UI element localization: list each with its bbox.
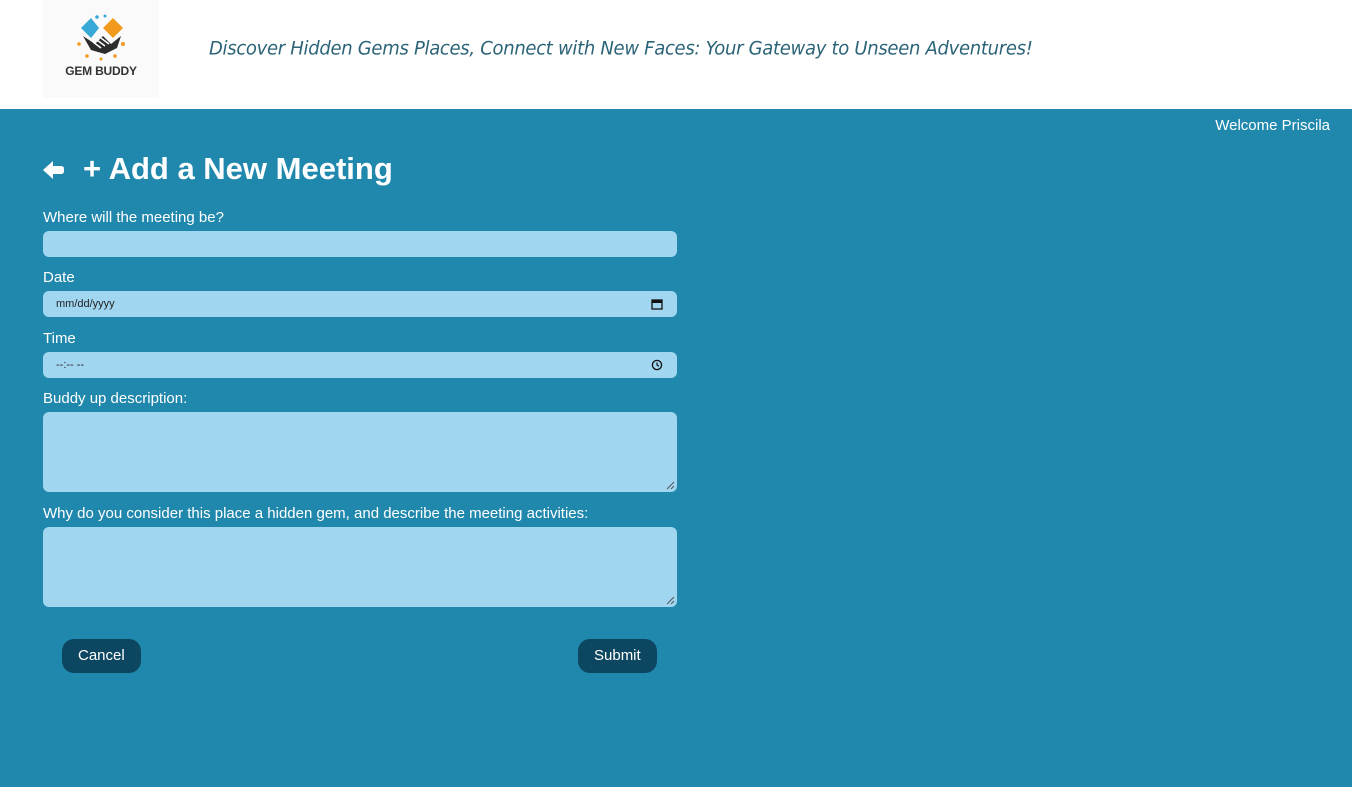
location-input[interactable] <box>43 231 677 257</box>
date-placeholder: mm/dd/yyyy <box>56 298 115 310</box>
welcome-message: Welcome Priscila <box>1215 117 1330 134</box>
handshake-icon <box>77 14 125 61</box>
gem-buddy-logo[interactable]: GEM BUDDY <box>43 0 159 98</box>
hidden-gem-textarea[interactable] <box>43 527 677 607</box>
cancel-button[interactable]: Cancel <box>62 639 141 673</box>
description-label: Buddy up description: <box>43 390 188 407</box>
time-input[interactable]: --:-- -- <box>43 352 677 378</box>
resize-grip-icon[interactable] <box>666 596 675 605</box>
time-placeholder: --:-- -- <box>56 359 85 371</box>
logo-text: GEM BUDDY <box>65 64 137 78</box>
header-tagline: Discover Hidden Gems Places, Connect wit… <box>209 37 1033 60</box>
back-arrow-icon[interactable] <box>43 160 65 180</box>
date-label: Date <box>43 269 75 286</box>
page-title: + Add a New Meeting <box>83 151 393 186</box>
hidden-gem-label: Why do you consider this place a hidden … <box>43 505 589 522</box>
time-label: Time <box>43 330 76 347</box>
resize-grip-icon[interactable] <box>666 481 675 490</box>
location-label: Where will the meeting be? <box>43 209 224 226</box>
calendar-icon[interactable] <box>651 298 663 310</box>
submit-button[interactable]: Submit <box>578 639 657 673</box>
date-input[interactable]: mm/dd/yyyy <box>43 291 677 317</box>
description-textarea[interactable] <box>43 412 677 492</box>
header-bar: GEM BUDDY Discover Hidden Gems Places, C… <box>0 0 1352 109</box>
clock-icon[interactable] <box>651 359 663 371</box>
